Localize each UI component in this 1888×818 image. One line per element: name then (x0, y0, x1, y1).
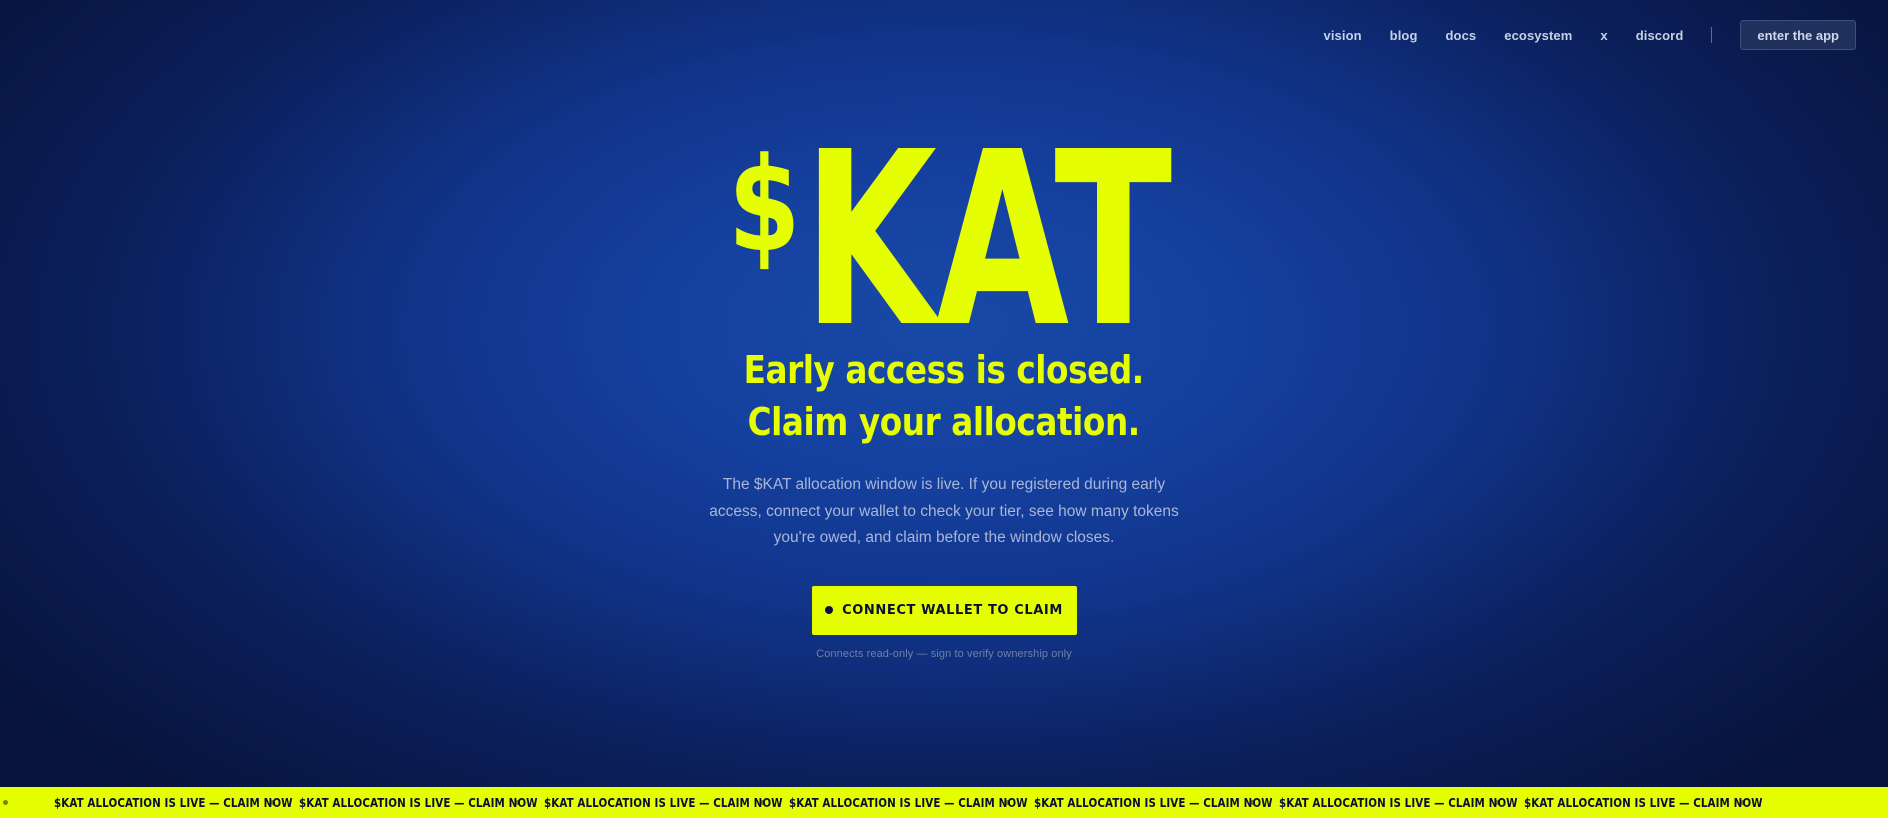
status-dot-icon (825, 606, 834, 614)
ticker-item: $KAT ALLOCATION IS LIVE — CLAIM NOW (544, 795, 783, 810)
headline-line-2: Claim your allocation. (747, 400, 1141, 444)
announcement-ticker: $KAT ALLOCATION IS LIVE — CLAIM NOW $KAT… (0, 787, 1888, 818)
logo-dollar-sign: $ (728, 129, 801, 281)
hero-section: $ KAT Early access is closed. Claim your… (0, 0, 1888, 660)
hero-description: The $KAT allocation window is live. If y… (709, 476, 1179, 546)
ticker-item: $KAT ALLOCATION IS LIVE — CLAIM NOW (789, 795, 1028, 810)
ticker-item: $KAT ALLOCATION IS LIVE — CLAIM NOW (54, 795, 293, 810)
logo-wordmark: KAT (802, 100, 1172, 380)
ticker-dot-icon (3, 800, 8, 805)
ticker-item: $KAT ALLOCATION IS LIVE — CLAIM NOW (1034, 795, 1273, 810)
headline: Early access is closed. Claim your alloc… (711, 344, 1176, 448)
connect-wallet-label: CONNECT WALLET TO CLAIM (842, 602, 1063, 618)
ticker-item: $KAT ALLOCATION IS LIVE — CLAIM NOW (299, 795, 538, 810)
ticker-item: $KAT ALLOCATION IS LIVE — CLAIM NOW (1524, 795, 1763, 810)
ticker-track: $KAT ALLOCATION IS LIVE — CLAIM NOW $KAT… (0, 796, 1769, 810)
token-logo: $ KAT (710, 120, 1177, 360)
headline-line-1: Early access is closed. (743, 348, 1145, 392)
ticker-item: $KAT ALLOCATION IS LIVE — CLAIM NOW (1279, 795, 1518, 810)
connect-note: Connects read-only — sign to verify owne… (816, 647, 1072, 660)
connect-wallet-button[interactable]: CONNECT WALLET TO CLAIM (811, 585, 1077, 635)
